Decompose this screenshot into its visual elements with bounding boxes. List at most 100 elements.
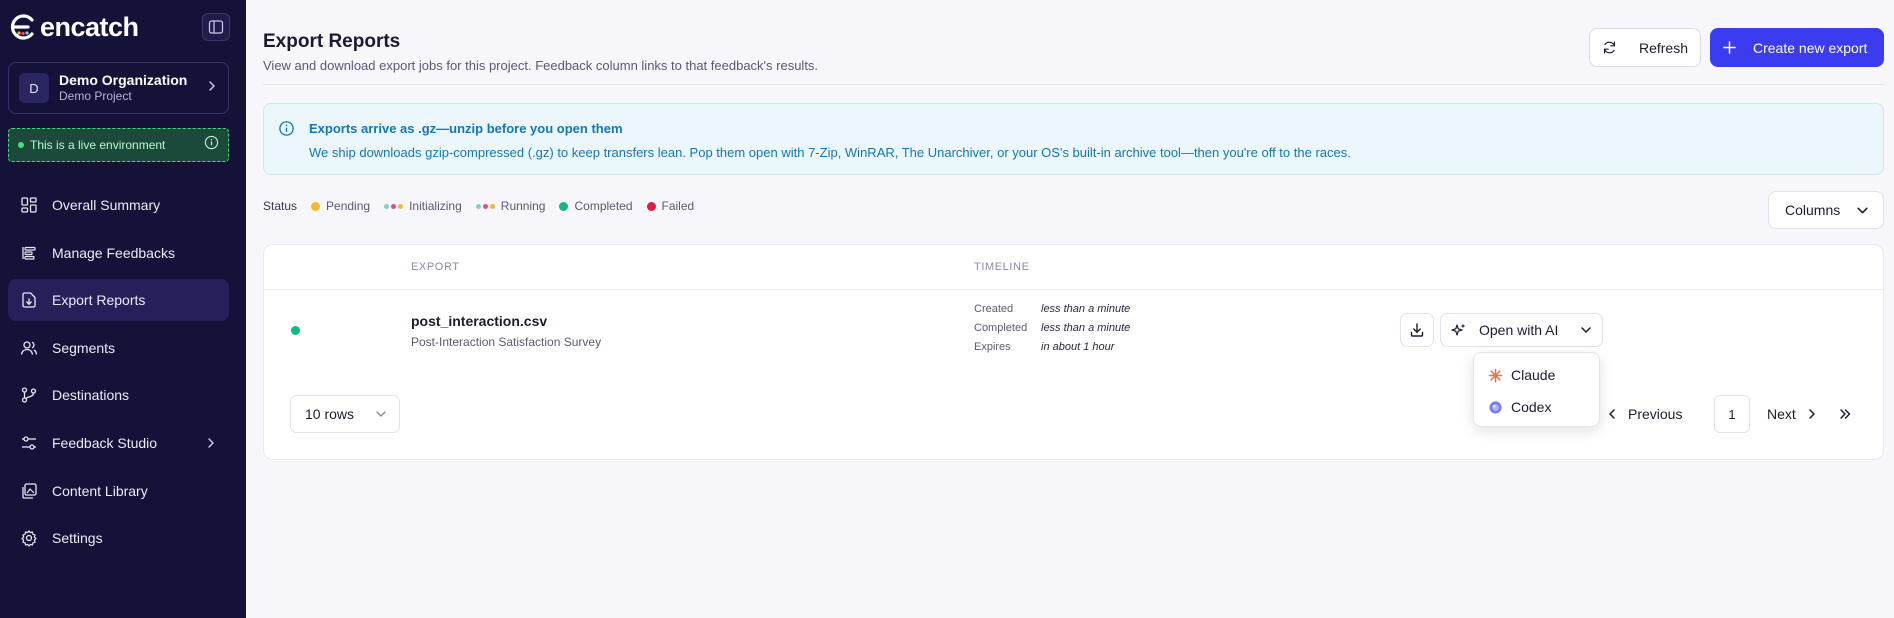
sidebar-item-feedback-studio[interactable]: Feedback Studio	[8, 422, 229, 464]
branch-icon	[20, 386, 38, 404]
encatch-logo-icon	[10, 14, 34, 40]
sparkles-icon	[1451, 323, 1466, 336]
chevron-right-icon	[205, 437, 217, 449]
legend-label: Failed	[661, 199, 695, 213]
sliders-icon	[20, 434, 38, 452]
next-label: Next	[1767, 406, 1796, 422]
columns-button[interactable]: Columns	[1768, 191, 1884, 229]
organization-switcher[interactable]: D Demo Organization Demo Project	[8, 62, 229, 114]
live-environment-label: This is a live environment	[30, 138, 166, 152]
project-name: Demo Project	[59, 89, 132, 103]
sidebar-item-content-library[interactable]: Content Library	[8, 470, 229, 512]
timeline-expires-value: in about 1 hour	[1041, 341, 1115, 353]
open-with-ai-label: Open with AI	[1479, 322, 1559, 338]
timeline-completed-value: less than a minute	[1041, 322, 1131, 334]
completed-dot	[559, 201, 569, 211]
sidebar-item-destinations[interactable]: Destinations	[8, 374, 229, 416]
claude-icon	[1488, 368, 1503, 382]
ai-option-claude[interactable]: Claude	[1474, 359, 1599, 391]
sidebar-toggle-button[interactable]	[202, 13, 230, 41]
status-legend: Status Pending Initializing Running Comp…	[263, 199, 694, 213]
codex-icon	[1489, 400, 1502, 414]
sidebar-item-overall-summary[interactable]: Overall Summary	[8, 184, 229, 226]
create-new-export-label: Create new export	[1753, 39, 1868, 56]
sidebar-item-label: Segments	[52, 339, 116, 356]
export-icon	[20, 291, 38, 309]
legend-label: Completed	[574, 199, 633, 213]
chevron-right-icon	[1809, 409, 1815, 419]
timeline-created-value: less than a minute	[1041, 303, 1131, 315]
main-content: Export Reports View and download export …	[246, 0, 1894, 618]
logo-row: encatch	[8, 12, 230, 42]
chevrons-right-icon	[1840, 409, 1851, 419]
org-name: Demo Organization	[59, 72, 188, 88]
sidebar-item-settings[interactable]: Settings	[8, 517, 229, 559]
rows-per-page-select[interactable]: 10 rows	[290, 395, 400, 433]
info-icon	[279, 121, 294, 136]
column-header-timeline[interactable]: TIMELINE	[974, 261, 1030, 273]
initializing-dots	[384, 203, 404, 209]
download-button[interactable]	[1400, 313, 1434, 347]
plus-icon	[1723, 41, 1736, 54]
previous-label: Previous	[1628, 406, 1683, 422]
refresh-icon	[1603, 41, 1616, 54]
failed-dot	[646, 201, 656, 211]
list-icon	[20, 244, 38, 262]
status-legend-label: Status	[263, 199, 298, 213]
ai-option-label: Codex	[1511, 399, 1552, 415]
page-title: Export Reports	[263, 31, 401, 52]
open-with-ai-button[interactable]: Open with AI	[1440, 313, 1603, 347]
last-page-button[interactable]	[1830, 395, 1860, 433]
brand-logo[interactable]: encatch	[8, 12, 139, 43]
ai-option-codex[interactable]: Codex	[1474, 391, 1599, 423]
header-divider	[263, 84, 1884, 85]
legend-running: Running	[475, 199, 546, 213]
banner-title: Exports arrive as .gz—unzip before you o…	[309, 121, 623, 136]
previous-page-button[interactable]: Previous	[1606, 395, 1682, 433]
sidebar-item-label: Manage Feedbacks	[52, 244, 175, 261]
chevron-right-icon	[206, 79, 218, 97]
info-icon[interactable]	[204, 135, 219, 155]
status-completed-dot	[291, 326, 300, 335]
sidebar-panel-icon	[208, 20, 224, 34]
library-icon	[20, 482, 38, 500]
refresh-button[interactable]: Refresh	[1589, 28, 1701, 67]
sidebar-item-label: Content Library	[52, 482, 148, 499]
sidebar-item-export-reports[interactable]: Export Reports	[8, 279, 229, 322]
dashboard-icon	[20, 196, 38, 214]
ai-option-label: Claude	[1511, 367, 1556, 383]
page-number-button[interactable]: 1	[1714, 395, 1750, 433]
timeline-completed-label: Completed	[974, 322, 1028, 334]
legend-label: Initializing	[409, 199, 462, 213]
brand-name: encatch	[40, 11, 139, 42]
chevron-left-icon	[1609, 409, 1615, 419]
sidebar-item-label: Feedback Studio	[52, 434, 158, 451]
sidebar-item-manage-feedbacks[interactable]: Manage Feedbacks	[8, 232, 229, 274]
org-avatar: D	[19, 73, 49, 103]
legend-label: Running	[500, 199, 546, 213]
chevron-down-icon	[1580, 324, 1592, 336]
columns-label: Columns	[1785, 202, 1841, 218]
next-page-button[interactable]: Next	[1767, 395, 1818, 433]
page-subtitle: View and download export jobs for this p…	[263, 58, 819, 73]
chevron-down-icon	[1857, 207, 1868, 213]
running-dots	[475, 203, 495, 209]
sidebar-nav: Overall Summary Manage Feedbacks Export …	[8, 184, 229, 565]
banner-text: We ship downloads gzip-compressed (.gz) …	[309, 145, 1351, 160]
download-icon	[1410, 323, 1424, 337]
live-status-dot	[18, 142, 24, 148]
rows-per-page-value: 10 rows	[305, 406, 355, 422]
gz-info-banner: Exports arrive as .gz—unzip before you o…	[263, 103, 1884, 175]
export-file-name[interactable]: post_interaction.csv	[411, 313, 547, 329]
pending-dot	[311, 201, 321, 211]
org-text: Demo Organization Demo Project	[59, 72, 196, 104]
sidebar-item-label: Export Reports	[52, 292, 146, 309]
gear-icon	[20, 529, 38, 547]
chevron-down-icon	[376, 411, 386, 417]
create-new-export-button[interactable]: Create new export	[1710, 28, 1884, 67]
legend-failed: Failed	[646, 199, 695, 213]
legend-pending: Pending	[311, 199, 370, 213]
sidebar-item-segments[interactable]: Segments	[8, 327, 229, 369]
column-header-export[interactable]: EXPORT	[411, 261, 460, 273]
legend-label: Pending	[326, 199, 371, 213]
